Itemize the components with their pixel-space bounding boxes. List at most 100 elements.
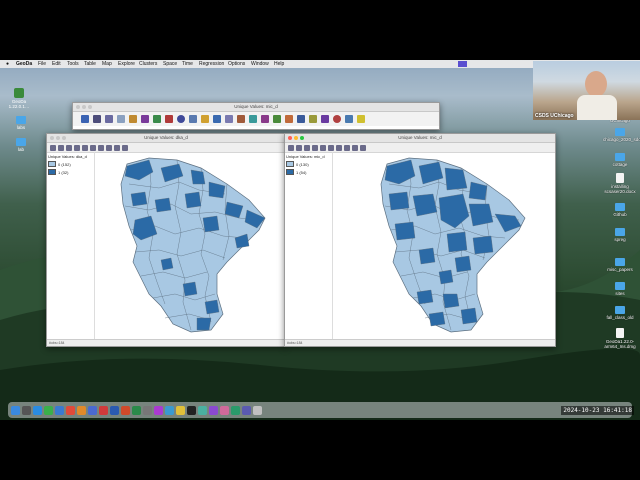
- menu-options[interactable]: Options: [228, 61, 245, 67]
- fit-extent-icon[interactable]: [106, 144, 112, 151]
- desktop-icon-cottage[interactable]: cottage: [603, 153, 637, 167]
- scatterplot-icon[interactable]: [213, 115, 221, 123]
- mail-icon[interactable]: [55, 405, 64, 415]
- firefox-icon[interactable]: [77, 405, 86, 415]
- menu-window[interactable]: Window: [251, 61, 269, 67]
- map-window-mic[interactable]: Unique Values: mic_d Unique Values: mic_…: [284, 133, 556, 347]
- podcasts-icon[interactable]: [154, 405, 163, 415]
- getis-ord-icon[interactable]: [321, 115, 329, 123]
- zoom-app-icon[interactable]: [88, 405, 97, 415]
- cartogram-icon[interactable]: [165, 115, 173, 123]
- chrome-icon[interactable]: [66, 405, 75, 415]
- zoom-icon[interactable]: [62, 136, 66, 140]
- pencil-icon[interactable]: [357, 115, 365, 123]
- desktop-icon-fall-class[interactable]: fall_class_old: [603, 306, 637, 320]
- finder-icon[interactable]: [11, 405, 20, 415]
- settings-icon[interactable]: [143, 405, 152, 415]
- vscode-icon[interactable]: [209, 405, 218, 415]
- scatter-matrix-icon[interactable]: [225, 115, 233, 123]
- regression-icon[interactable]: [345, 115, 353, 123]
- calendar-icon[interactable]: [99, 405, 108, 415]
- select-arrow-icon[interactable]: [50, 144, 56, 151]
- zoom-out-icon[interactable]: [328, 144, 334, 151]
- fit-extent-icon[interactable]: [344, 144, 350, 151]
- menu-tools[interactable]: Tools: [67, 61, 79, 67]
- safari-icon[interactable]: [33, 405, 42, 415]
- 3d-scatter-icon[interactable]: [249, 115, 257, 123]
- menu-clusters[interactable]: Clusters: [139, 61, 157, 67]
- minimize-icon[interactable]: [294, 136, 298, 140]
- desktop-icon-chicago-sdoh[interactable]: chicago_2020_sdoh: [603, 128, 640, 142]
- moran-icon[interactable]: [297, 115, 305, 123]
- close-project-icon[interactable]: [93, 115, 101, 123]
- boxplot-icon[interactable]: [201, 115, 209, 123]
- bubble-chart-icon[interactable]: [237, 115, 245, 123]
- word-icon[interactable]: [110, 405, 119, 415]
- zoom-in-icon[interactable]: [320, 144, 326, 151]
- menu-explore[interactable]: Explore: [118, 61, 135, 67]
- zoom-in-icon[interactable]: [82, 144, 88, 151]
- menu-time[interactable]: Time: [182, 61, 193, 67]
- powerpoint-icon[interactable]: [121, 405, 130, 415]
- menu-table[interactable]: Table: [84, 61, 96, 67]
- teams-icon[interactable]: [242, 405, 251, 415]
- cluster-icon[interactable]: [285, 115, 293, 123]
- parallel-coords-icon[interactable]: [261, 115, 269, 123]
- notes-icon[interactable]: [176, 405, 185, 415]
- zoom-out-icon[interactable]: [90, 144, 96, 151]
- desktop-icon-sites[interactable]: sites: [603, 282, 637, 296]
- copy-icon[interactable]: [352, 144, 358, 151]
- minimize-icon[interactable]: [82, 105, 86, 109]
- refresh-icon[interactable]: [122, 144, 128, 151]
- refresh-icon[interactable]: [360, 144, 366, 151]
- move-icon[interactable]: [98, 144, 104, 151]
- weights-icon[interactable]: [141, 115, 149, 123]
- rectangle-select-icon[interactable]: [58, 144, 64, 151]
- lisa-icon[interactable]: [309, 115, 317, 123]
- zoom-icon[interactable]: [300, 136, 304, 140]
- table-icon[interactable]: [117, 115, 125, 123]
- time-player-icon[interactable]: [177, 115, 185, 123]
- desktop-icon-misc-papers[interactable]: misc_papers: [603, 258, 637, 272]
- legend-item[interactable]: 1 (32): [48, 169, 93, 175]
- pan-icon[interactable]: [304, 144, 310, 151]
- minimize-icon[interactable]: [56, 136, 60, 140]
- menu-space[interactable]: Space: [163, 61, 177, 67]
- rectangle-select-icon[interactable]: [296, 144, 302, 151]
- desktop-icon-installing-doc[interactable]: installing scsaser20.docx: [603, 173, 637, 194]
- apple-icon[interactable]: ●: [6, 61, 9, 67]
- geoda-icon[interactable]: [198, 405, 207, 415]
- desktop-icon-labs[interactable]: labs: [4, 116, 38, 130]
- menu-help[interactable]: Help: [274, 61, 284, 67]
- close-icon[interactable]: [288, 136, 292, 140]
- menu-app-name[interactable]: GeoDa: [16, 61, 32, 67]
- excel-icon[interactable]: [132, 405, 141, 415]
- map-window-dka[interactable]: Unique Values: dka_d Unique Values: dka_…: [46, 133, 286, 347]
- launchpad-icon[interactable]: [22, 405, 31, 415]
- numbers-icon[interactable]: [231, 405, 240, 415]
- desktop-icon-geoda[interactable]: GeoDa 1.22.0.1…: [2, 88, 36, 109]
- pan-icon[interactable]: [66, 144, 72, 151]
- desktop-icon-lab[interactable]: lab: [4, 138, 38, 152]
- copy-icon[interactable]: [114, 144, 120, 151]
- menu-file[interactable]: File: [38, 61, 46, 67]
- histogram-icon[interactable]: [189, 115, 197, 123]
- tools-icon[interactable]: [129, 115, 137, 123]
- messages-icon[interactable]: [44, 405, 53, 415]
- appstore-icon[interactable]: [165, 405, 174, 415]
- time-editor-icon[interactable]: [333, 115, 341, 123]
- legend-item[interactable]: 0 (130): [286, 161, 331, 167]
- status-app-icon[interactable]: [458, 61, 467, 67]
- conditional-plot-icon[interactable]: [273, 115, 281, 123]
- open-project-icon[interactable]: [81, 115, 89, 123]
- move-icon[interactable]: [336, 144, 342, 151]
- layers-icon[interactable]: [312, 144, 318, 151]
- desktop-icon-spreg[interactable]: spreg: [603, 228, 637, 242]
- trash-icon[interactable]: [253, 405, 262, 415]
- terminal-icon[interactable]: [187, 405, 196, 415]
- legend-item[interactable]: 1 (54): [286, 169, 331, 175]
- select-arrow-icon[interactable]: [288, 144, 294, 151]
- menu-regression[interactable]: Regression: [199, 61, 224, 67]
- legend-item[interactable]: 0 (152): [48, 161, 93, 167]
- desktop-icon-geoda-dmg[interactable]: GeoDa1.22.0-arm64_Ins.dmg: [603, 328, 637, 349]
